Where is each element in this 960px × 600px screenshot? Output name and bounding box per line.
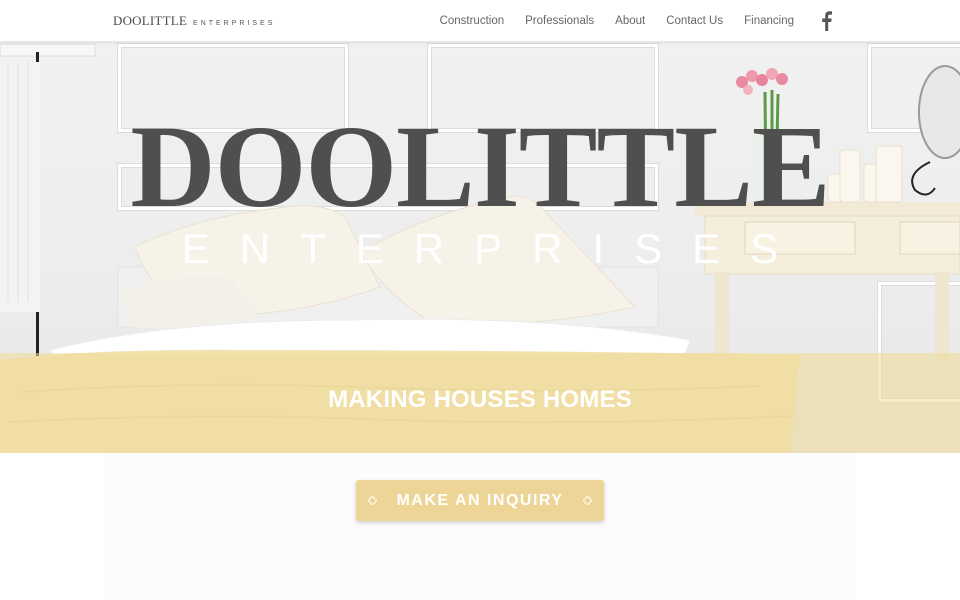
- nav-professionals[interactable]: Professionals: [525, 15, 594, 27]
- content-area: [105, 453, 855, 600]
- site-header: DOOLITTLE ENTERPRISES Construction Profe…: [0, 0, 960, 42]
- hero-banner: DOOLITTLE ENTERPRISES MAKING HOUSES HOME…: [0, 42, 960, 453]
- nav-financing[interactable]: Financing: [744, 15, 794, 27]
- nav-about[interactable]: About: [615, 15, 645, 27]
- make-inquiry-label: MAKE AN INQUIRY: [396, 491, 564, 509]
- cta-section: MAKE AN INQUIRY: [0, 453, 960, 600]
- main-nav: Construction Professionals About Contact…: [440, 0, 794, 42]
- nav-construction[interactable]: Construction: [440, 15, 505, 27]
- hero-title: DOOLITTLE: [130, 101, 830, 232]
- hero-tagline: MAKING HOUSES HOMES: [328, 386, 632, 413]
- nav-contact-us[interactable]: Contact Us: [666, 15, 723, 27]
- facebook-icon[interactable]: [816, 10, 836, 32]
- hero-subtitle: ENTERPRISES: [181, 225, 809, 272]
- diamond-icon: [582, 495, 593, 506]
- make-inquiry-button[interactable]: MAKE AN INQUIRY: [356, 480, 604, 521]
- logo-subtitle: ENTERPRISES: [193, 20, 276, 27]
- diamond-icon: [367, 495, 378, 506]
- logo-wordmark: DOOLITTLE: [113, 13, 187, 28]
- site-logo[interactable]: DOOLITTLE ENTERPRISES: [113, 13, 275, 29]
